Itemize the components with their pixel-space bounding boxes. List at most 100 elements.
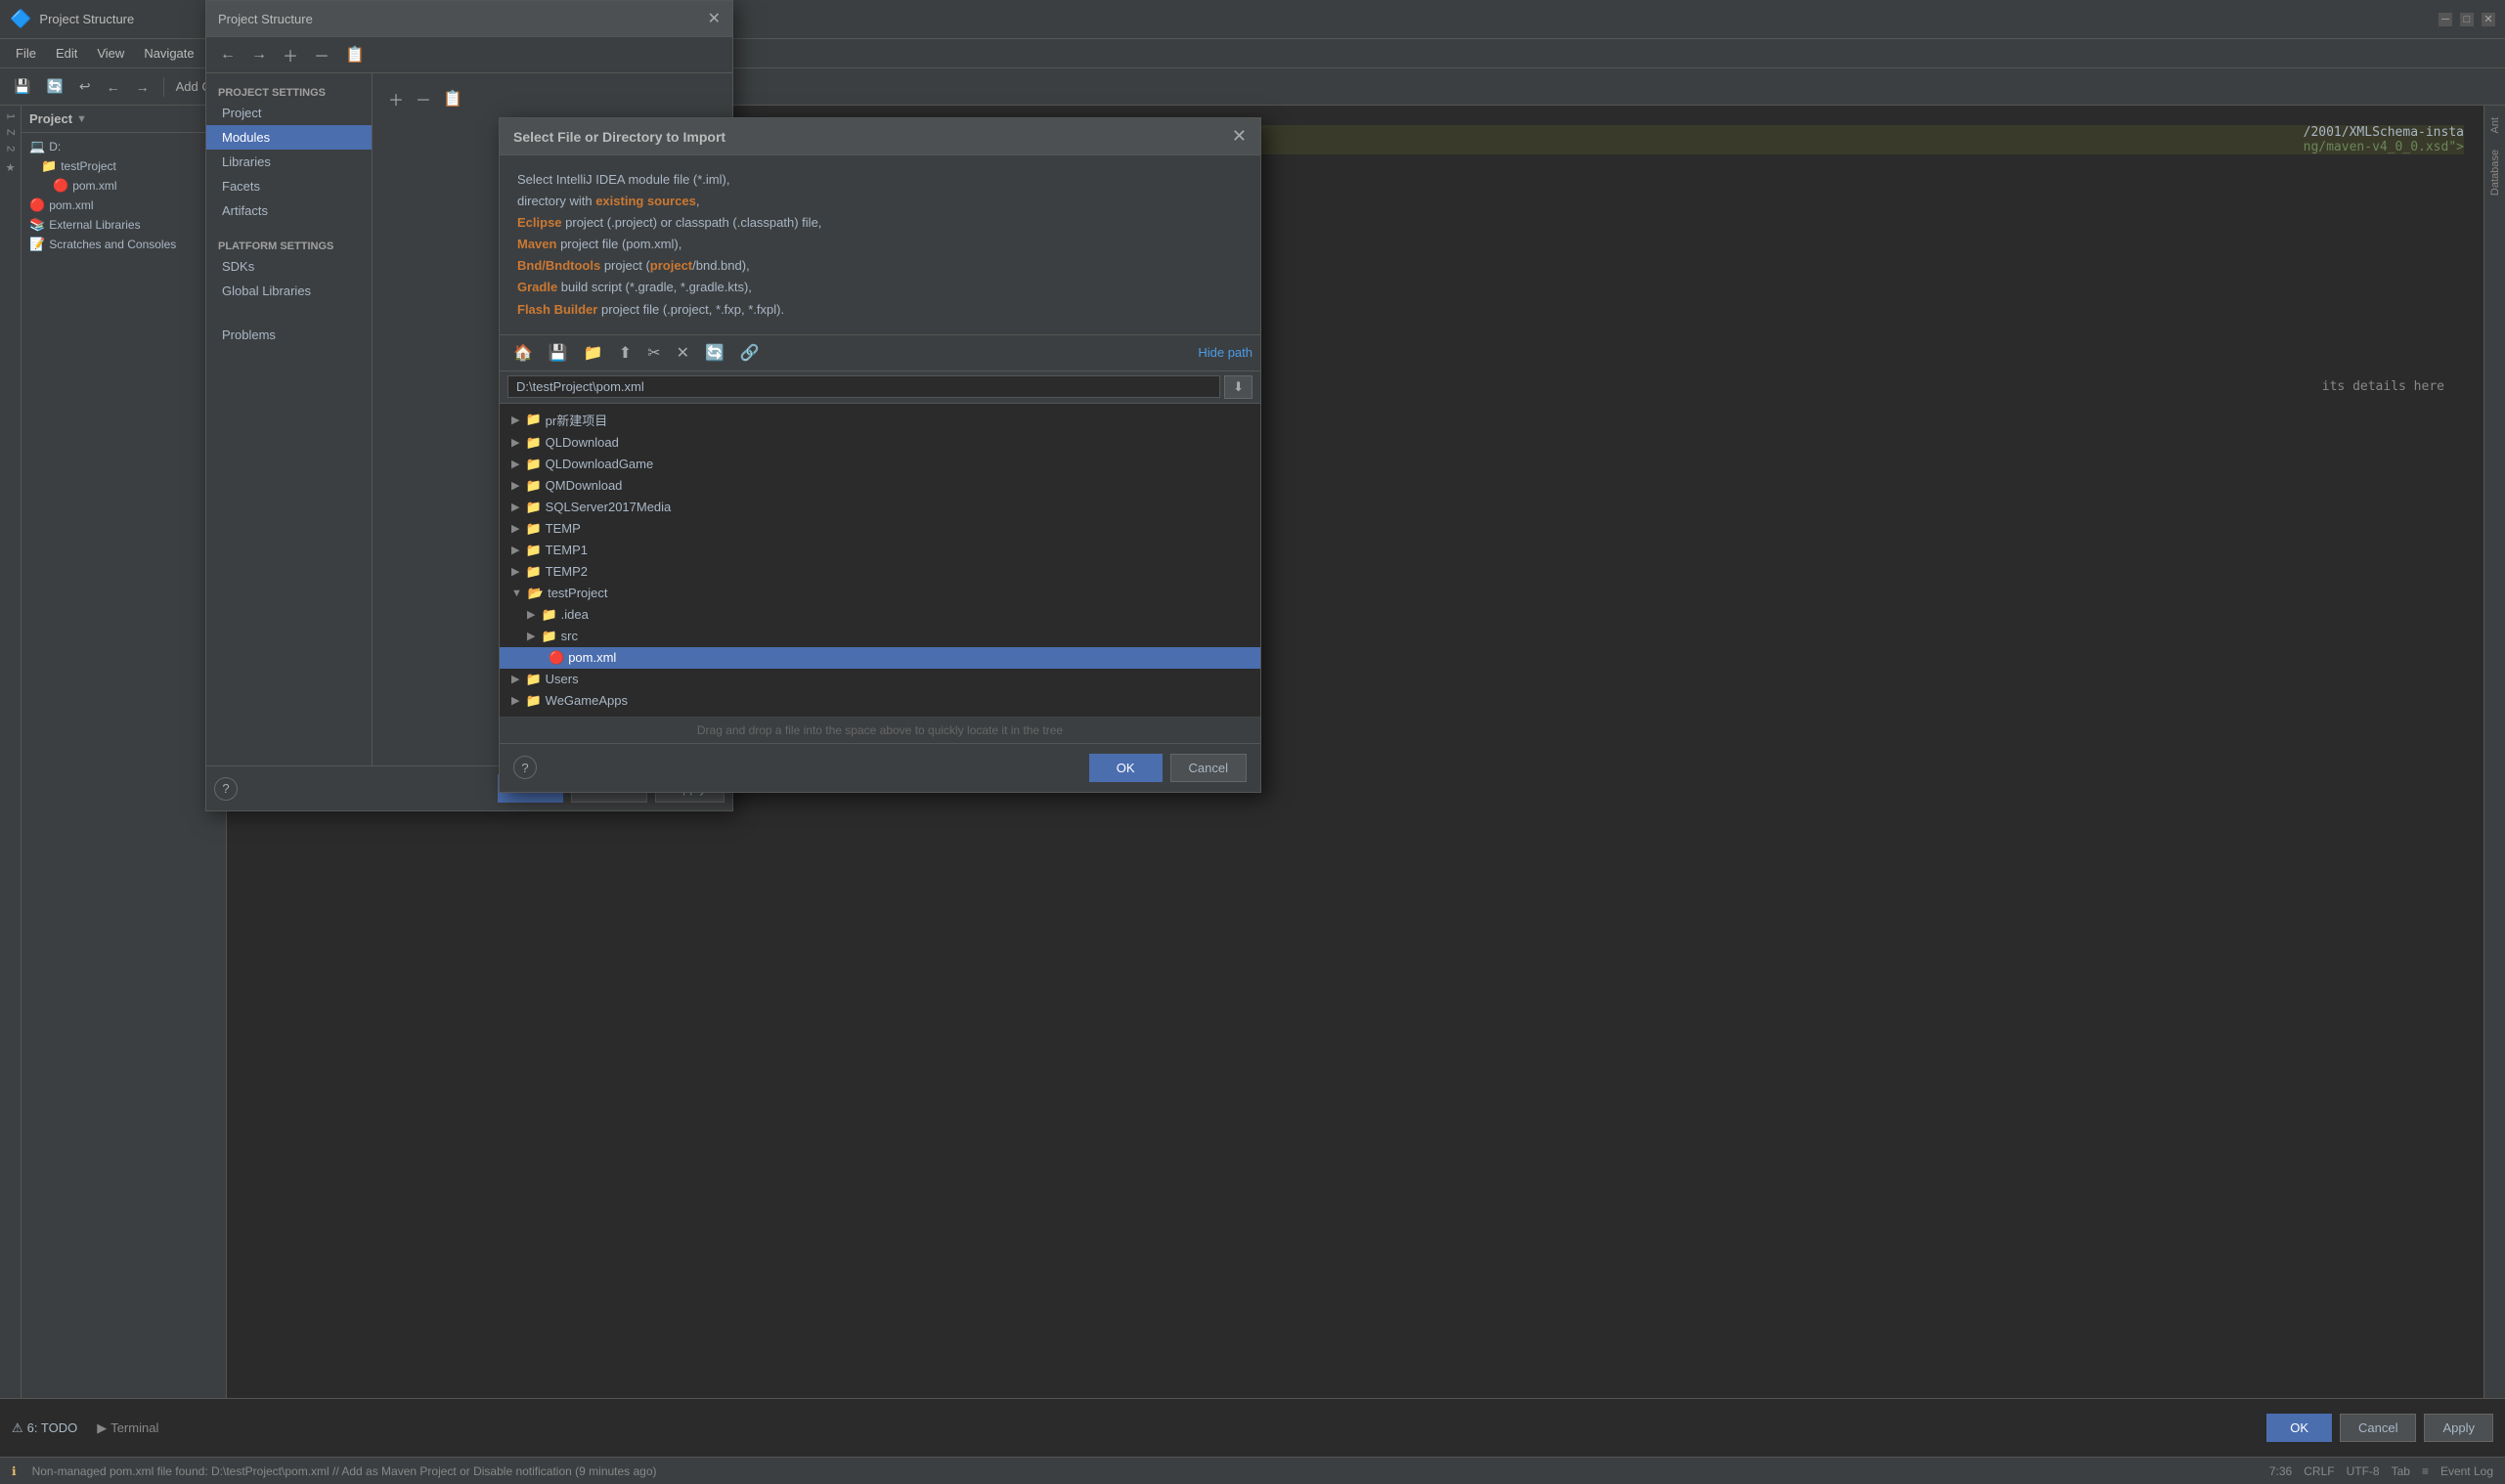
bottom-cancel-button[interactable]: Cancel bbox=[2340, 1414, 2416, 1442]
fc-item-label-11: pom.xml bbox=[568, 650, 616, 665]
right-tab-database[interactable]: Database bbox=[2486, 142, 2504, 203]
fc-tree-item-13[interactable]: ▶ 📁 WeGameApps bbox=[500, 690, 1260, 712]
toolbar-forward-button[interactable]: → bbox=[130, 75, 155, 99]
fc-cancel-button[interactable]: Cancel bbox=[1170, 754, 1247, 782]
fc-tree-item-5[interactable]: ▶ 📁 TEMP bbox=[500, 518, 1260, 540]
bottom-tab-todo[interactable]: ⚠ 6: TODO bbox=[12, 1420, 77, 1436]
ps-main-copy-btn[interactable]: 📋 bbox=[439, 106, 466, 110]
fc-tree-item-11[interactable]: 🔴 pom.xml bbox=[500, 647, 1260, 669]
status-indent[interactable]: ≡ bbox=[2422, 1464, 2429, 1478]
close-window-button[interactable]: ✕ bbox=[2482, 13, 2495, 26]
fc-title-bar: Select File or Directory to Import ✕ bbox=[500, 118, 1260, 155]
toolbar-undo-button[interactable]: ↩ bbox=[73, 74, 97, 99]
fc-help-button[interactable]: ? bbox=[513, 756, 537, 779]
fc-tree-item-4[interactable]: ▶ 📁 SQLServer2017Media bbox=[500, 497, 1260, 518]
status-crlf[interactable]: CRLF bbox=[2304, 1464, 2334, 1478]
fc-tree-item-7[interactable]: ▶ 📁 TEMP2 bbox=[500, 561, 1260, 583]
right-tab-ant[interactable]: Ant bbox=[2486, 109, 2504, 142]
ps-main-remove-btn[interactable]: － bbox=[412, 106, 435, 112]
bottom-apply-button[interactable]: Apply bbox=[2424, 1414, 2493, 1442]
tree-item-d[interactable]: 💻 D: bbox=[22, 137, 226, 156]
status-encoding[interactable]: UTF-8 bbox=[2347, 1464, 2380, 1478]
fc-new-folder-button[interactable]: 📁 bbox=[578, 341, 609, 365]
fc-footer: ? OK Cancel bbox=[500, 743, 1260, 792]
ps-nav-problems[interactable]: Problems bbox=[206, 323, 372, 347]
side-icon-1[interactable]: 1 bbox=[3, 109, 19, 123]
fc-path-download-button[interactable]: ⬇ bbox=[1224, 375, 1252, 399]
ps-nav-global-libraries[interactable]: Global Libraries bbox=[206, 279, 372, 303]
fc-desc-line1: Select IntelliJ IDEA module file (*.iml)… bbox=[517, 172, 729, 187]
fc-arrow-0: ▶ bbox=[511, 414, 519, 426]
menu-view[interactable]: View bbox=[89, 44, 132, 63]
fc-tree-item-1[interactable]: ▶ 📁 QLDownload bbox=[500, 432, 1260, 454]
side-icon-2[interactable]: 2 bbox=[3, 142, 19, 155]
fc-close-button[interactable]: ✕ bbox=[1232, 126, 1247, 147]
toolbar-save-button[interactable]: 💾 bbox=[8, 74, 36, 99]
bottom-ok-button[interactable]: OK bbox=[2266, 1414, 2332, 1442]
fc-link-button[interactable]: 🔗 bbox=[734, 341, 766, 365]
todo-icon: ⚠ bbox=[12, 1420, 23, 1436]
minimize-button[interactable]: ─ bbox=[2439, 13, 2452, 26]
fc-home-button[interactable]: 🏠 bbox=[507, 341, 539, 365]
fc-up-button[interactable]: ⬆ bbox=[613, 341, 637, 365]
fc-tree-item-9[interactable]: ▶ 📁 .idea bbox=[500, 604, 1260, 626]
ps-nav-project[interactable]: Project bbox=[206, 106, 372, 125]
toolbar-separator bbox=[163, 77, 164, 97]
ps-nav-artifacts[interactable]: Artifacts bbox=[206, 198, 372, 223]
fc-tree-item-2[interactable]: ▶ 📁 QLDownloadGame bbox=[500, 454, 1260, 475]
fc-arrow-7: ▶ bbox=[511, 565, 519, 578]
fc-clear-button[interactable]: ✕ bbox=[671, 341, 695, 365]
fc-folder-icon-10: 📁 bbox=[541, 629, 556, 644]
ps-main-add-btn[interactable]: ＋ bbox=[384, 106, 408, 112]
fc-tree-item-10[interactable]: ▶ 📁 src bbox=[500, 626, 1260, 647]
project-dropdown-icon[interactable]: ▼ bbox=[76, 113, 87, 125]
fc-tree-item-0[interactable]: ▶ 📁 pr新建项目 bbox=[500, 408, 1260, 432]
fc-save-button[interactable]: 💾 bbox=[543, 341, 574, 365]
status-tab[interactable]: Tab bbox=[2392, 1464, 2410, 1478]
tree-item-external-libs[interactable]: 📚 External Libraries bbox=[22, 215, 226, 235]
tree-item-testproject[interactable]: 📁 testProject bbox=[22, 156, 226, 176]
fc-tree-item-8[interactable]: ▼ 📂 testProject bbox=[500, 583, 1260, 604]
fc-cut-button[interactable]: ✂ bbox=[641, 341, 666, 365]
ps-nav-facets[interactable]: Facets bbox=[206, 174, 372, 198]
bottom-tab-terminal[interactable]: ▶ Terminal bbox=[97, 1420, 158, 1436]
maximize-button[interactable]: □ bbox=[2460, 13, 2474, 26]
ps-nav-modules[interactable]: Modules bbox=[206, 125, 372, 150]
fc-item-label-12: Users bbox=[546, 672, 579, 686]
fc-refresh-button[interactable]: 🔄 bbox=[699, 341, 730, 365]
menu-file[interactable]: File bbox=[8, 44, 44, 63]
fc-tree-item-3[interactable]: ▶ 📁 QMDownload bbox=[500, 475, 1260, 497]
fc-tree-item-12[interactable]: ▶ 📁 Users bbox=[500, 669, 1260, 690]
fc-desc-line5: project ( bbox=[600, 258, 650, 273]
ps-nav-libraries[interactable]: Libraries bbox=[206, 150, 372, 174]
drive-icon: 💻 bbox=[29, 139, 45, 154]
fc-desc-line6: build script (*.gradle, *.gradle.kts), bbox=[557, 280, 752, 294]
tree-item-scratches[interactable]: 📝 Scratches and Consoles bbox=[22, 235, 226, 254]
fc-desc-line2b: , bbox=[696, 194, 700, 208]
terminal-icon: ▶ bbox=[97, 1420, 107, 1436]
side-icon-fav[interactable]: ★ bbox=[2, 157, 19, 178]
menu-navigate[interactable]: Navigate bbox=[136, 44, 201, 63]
fc-ok-button[interactable]: OK bbox=[1089, 754, 1163, 782]
ps-help-button[interactable]: ? bbox=[214, 777, 238, 801]
fc-footer-buttons: OK Cancel bbox=[1089, 754, 1247, 782]
fc-item-label-0: pr新建项目 bbox=[546, 411, 608, 429]
side-icon-z[interactable]: Z bbox=[3, 125, 19, 140]
ps-main-toolbar: ＋ － 📋 bbox=[384, 106, 721, 112]
toolbar-sync-button[interactable]: 🔄 bbox=[40, 74, 68, 99]
fc-desc-bold-eclipse: Eclipse bbox=[517, 215, 562, 230]
fc-desc-bold-maven: Maven bbox=[517, 237, 556, 251]
tree-item-pomxml[interactable]: 🔴 pom.xml bbox=[22, 176, 226, 196]
menu-edit[interactable]: Edit bbox=[48, 44, 85, 63]
file-chooser-dialog: Select File or Directory to Import ✕ Sel… bbox=[499, 117, 1261, 793]
fc-tree-item-6[interactable]: ▶ 📁 TEMP1 bbox=[500, 540, 1260, 561]
fc-path-input[interactable] bbox=[507, 375, 1220, 398]
fc-folder-icon-7: 📁 bbox=[525, 564, 541, 580]
fc-hide-path-button[interactable]: Hide path bbox=[1198, 345, 1252, 360]
tree-item-pomxml-root[interactable]: 🔴 pom.xml bbox=[22, 196, 226, 215]
ps-platform-settings-header: Platform Settings bbox=[206, 235, 372, 254]
fc-arrow-1: ▶ bbox=[511, 436, 519, 449]
ps-nav-sdks[interactable]: SDKs bbox=[206, 254, 372, 279]
event-log-label[interactable]: Event Log bbox=[2440, 1464, 2493, 1478]
toolbar-back-button[interactable]: ← bbox=[101, 75, 126, 99]
